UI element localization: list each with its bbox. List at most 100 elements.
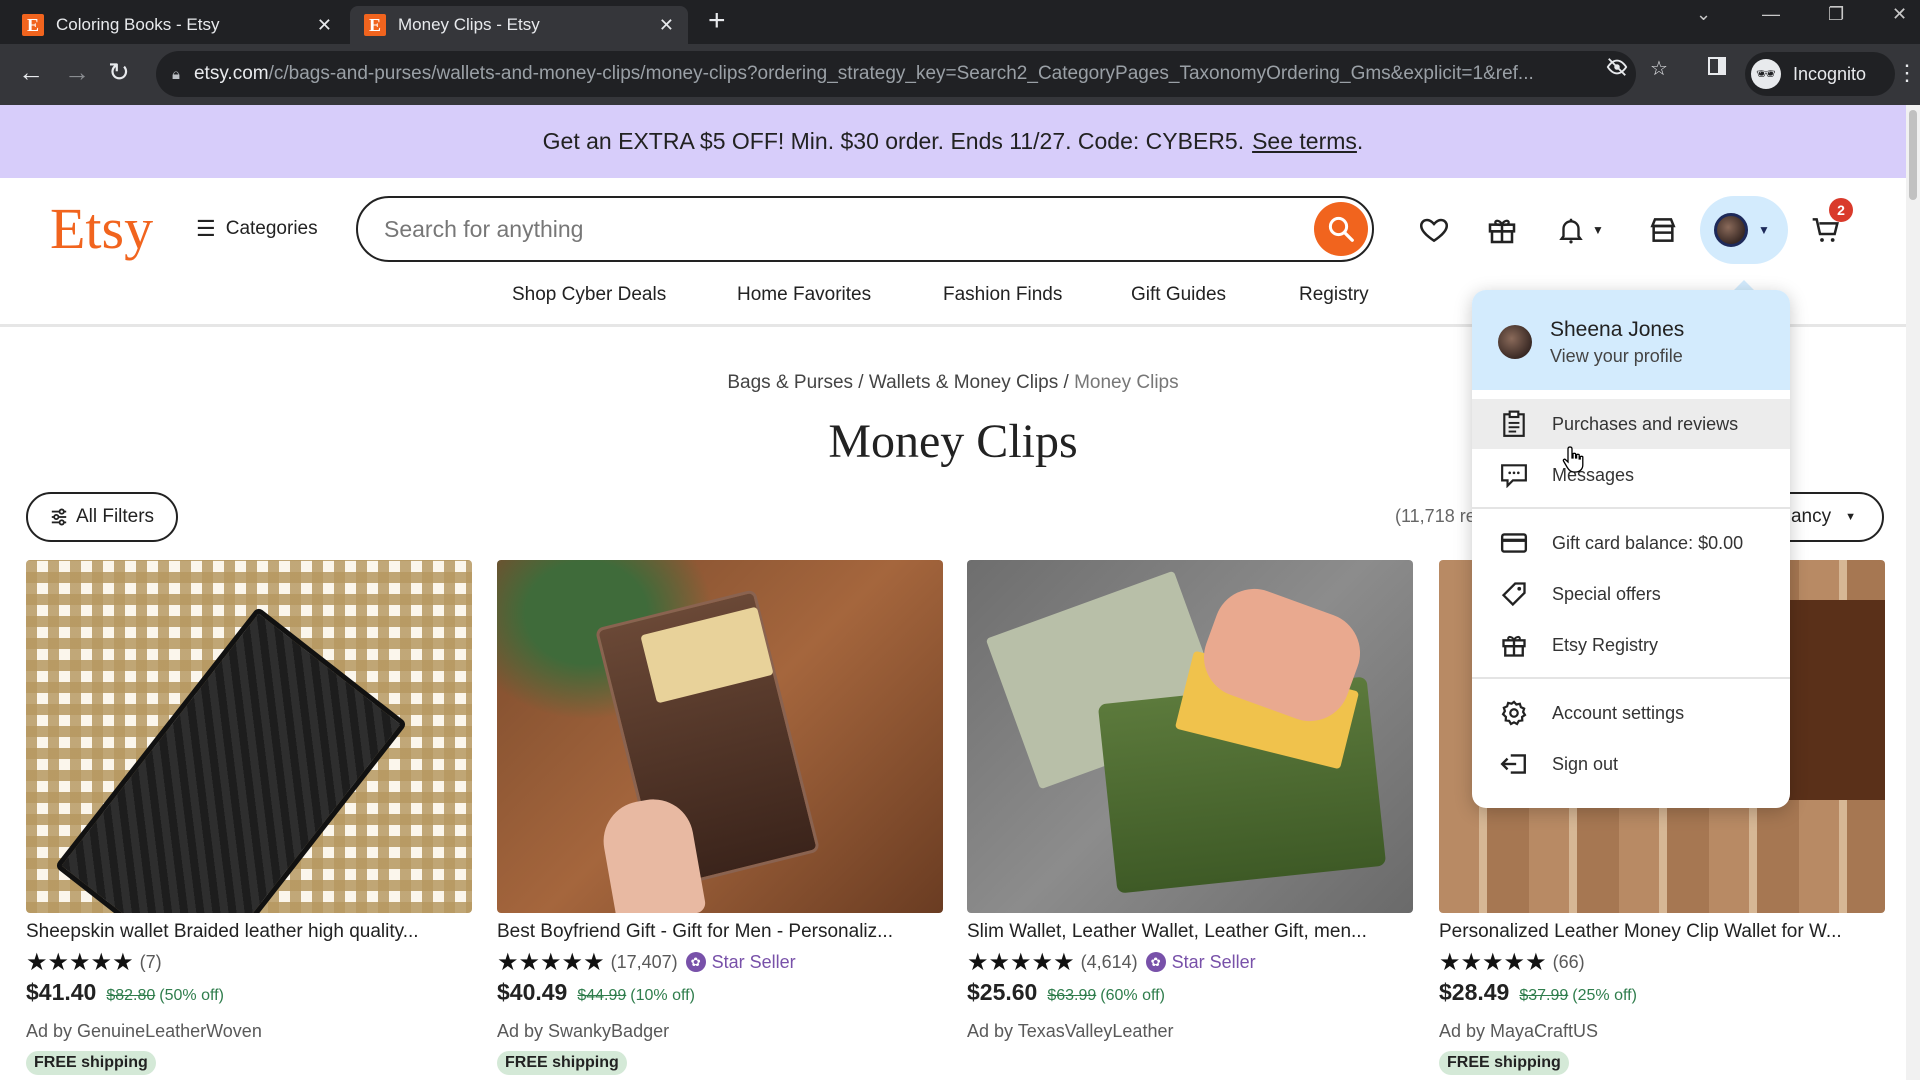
heart-icon	[1420, 218, 1448, 243]
nav-home-favorites[interactable]: Home Favorites	[737, 284, 871, 306]
close-tab-icon[interactable]: ✕	[317, 15, 332, 36]
search-button[interactable]	[1314, 202, 1368, 256]
search-input[interactable]	[384, 210, 1264, 248]
lock-icon: 🔒︎	[172, 65, 180, 83]
nav-fashion-finds[interactable]: Fashion Finds	[943, 284, 1062, 306]
menu-item-etsy-registry[interactable]: Etsy Registry	[1472, 620, 1790, 670]
promo-banner: Get an EXTRA $5 OFF! Min. $30 order. End…	[0, 105, 1906, 178]
see-terms-link[interactable]: See terms	[1252, 128, 1357, 155]
favorites-button[interactable]	[1414, 210, 1454, 250]
product-image[interactable]	[26, 560, 472, 913]
menu-item-sign-out[interactable]: Sign out	[1472, 739, 1790, 789]
sale-price: $28.49	[1439, 979, 1510, 1005]
product-image[interactable]	[497, 560, 943, 913]
minimize-icon[interactable]: —	[1762, 4, 1780, 25]
view-profile-link[interactable]: Sheena Jones View your profile	[1472, 290, 1790, 390]
product-card[interactable]: Best Boyfriend Gift - Gift for Men - Per…	[497, 560, 943, 1075]
caret-down-icon: ▼	[1592, 223, 1604, 237]
menu-item-purchases-reviews[interactable]: Purchases and reviews	[1472, 399, 1790, 449]
product-price-row: $41.40 $82.80 (50% off)	[26, 979, 472, 1015]
star-seller-badge: ✿ Star Seller	[1145, 951, 1256, 973]
nav-registry[interactable]: Registry	[1299, 284, 1369, 306]
close-window-icon[interactable]: ✕	[1892, 4, 1907, 25]
back-icon[interactable]: ←	[18, 57, 44, 87]
menu-item-special-offers[interactable]: Special offers	[1472, 569, 1790, 619]
search-bar	[356, 196, 1374, 262]
etsy-favicon-icon: E	[22, 14, 44, 36]
etsy-favicon-icon: E	[364, 14, 386, 36]
product-price-row: $40.49 $44.99 (10% off)	[497, 979, 943, 1015]
original-price: $63.99	[1047, 987, 1097, 1004]
tab-title: Coloring Books - Etsy	[56, 15, 220, 34]
bell-icon	[1559, 218, 1583, 244]
close-tab-icon[interactable]: ✕	[659, 15, 674, 36]
page-scrollbar[interactable]	[1906, 105, 1920, 1080]
star-seller-icon: ✿	[685, 952, 706, 972]
avatar	[1498, 325, 1532, 359]
original-price: $82.80	[106, 987, 156, 1004]
menu-hamburger-icon: ☰	[196, 216, 216, 241]
star-rating-icon: ★★★★★	[26, 948, 134, 976]
review-count: (4,614)	[1080, 951, 1138, 972]
nav-gift-guides[interactable]: Gift Guides	[1131, 284, 1226, 306]
forward-icon[interactable]: →	[64, 57, 90, 87]
menu-item-messages[interactable]: Messages	[1472, 450, 1790, 500]
browser-menu-icon[interactable]: ⋮	[1896, 58, 1918, 88]
message-icon	[1498, 462, 1530, 488]
tab-money-clips[interactable]: E Money Clips - Etsy ✕	[350, 6, 688, 44]
star-seller-badge: ✿ Star Seller	[685, 952, 796, 973]
product-title[interactable]: Personalized Leather Money Clip Wallet f…	[1439, 921, 1885, 947]
menu-divider	[1472, 507, 1790, 509]
product-rating: ★★★★★ (4,614) ✿ Star Seller	[967, 947, 1413, 977]
product-rating: ★★★★★ (7)	[26, 947, 472, 977]
menu-item-label: Etsy Registry	[1552, 634, 1659, 655]
scrollbar-thumb[interactable]	[1909, 110, 1917, 200]
nav-shop-cyber-deals[interactable]: Shop Cyber Deals	[512, 284, 666, 306]
tracking-eye-off-icon[interactable]	[1606, 56, 1628, 84]
incognito-profile-button[interactable]: 🕶︎ Incognito	[1745, 52, 1895, 96]
all-filters-button[interactable]: All Filters	[26, 492, 178, 542]
tab-title: Money Clips - Etsy	[398, 15, 540, 34]
restore-icon[interactable]: ❐	[1828, 4, 1844, 25]
address-bar[interactable]: 🔒︎ etsy.com/c/bags-and-purses/wallets-an…	[156, 51, 1636, 97]
menu-item-gift-card-balance[interactable]: Gift card balance: $0.00	[1472, 518, 1790, 568]
product-card[interactable]: Slim Wallet, Leather Wallet, Leather Gif…	[967, 560, 1413, 1047]
breadcrumb-wallets-money-clips[interactable]: Wallets & Money Clips	[869, 372, 1058, 393]
etsy-logo[interactable]: Etsy	[50, 196, 153, 262]
seller-ad-label: Ad by SwankyBadger	[497, 1021, 670, 1041]
promo-text: Get an EXTRA $5 OFF! Min. $30 order. End…	[542, 128, 1245, 154]
gift-icon	[1488, 219, 1516, 244]
discount: (10% off)	[630, 987, 695, 1004]
categories-button[interactable]: ☰ Categories	[196, 216, 318, 242]
star-seller-label: Star Seller	[1171, 951, 1256, 972]
product-image[interactable]	[967, 560, 1413, 913]
bookmark-star-icon[interactable]: ☆	[1650, 56, 1668, 81]
notifications-button[interactable]: ▼	[1550, 210, 1610, 250]
new-tab-icon[interactable]: +	[708, 6, 726, 36]
reload-icon[interactable]: ↻	[108, 57, 130, 87]
product-title[interactable]: Best Boyfriend Gift - Gift for Men - Per…	[497, 921, 943, 947]
breadcrumb-bags-purses[interactable]: Bags & Purses	[727, 372, 853, 393]
gift-mode-button[interactable]	[1482, 210, 1522, 250]
tab-coloring-books[interactable]: E Coloring Books - Etsy ✕	[8, 6, 346, 44]
star-rating-icon: ★★★★★	[1439, 948, 1547, 976]
product-title[interactable]: Sheepskin wallet Braided leather high qu…	[26, 921, 472, 947]
product-card[interactable]: Sheepskin wallet Braided leather high qu…	[26, 560, 472, 1075]
product-title[interactable]: Slim Wallet, Leather Wallet, Leather Gif…	[967, 921, 1413, 947]
menu-divider	[1472, 677, 1790, 679]
url-text[interactable]: etsy.com/c/bags-and-purses/wallets-and-m…	[194, 63, 1574, 85]
browser-tab-bar: E Coloring Books - Etsy ✕ E Money Clips …	[0, 0, 1920, 44]
browser-toolbar: ← → ↻ 🔒︎ etsy.com/c/bags-and-purses/wall…	[0, 44, 1920, 105]
seller-ad-label: Ad by GenuineLeatherWoven	[26, 1021, 262, 1041]
free-shipping-badge: FREE shipping	[1439, 1051, 1569, 1075]
account-button[interactable]: ▼	[1700, 196, 1788, 264]
discount: (60% off)	[1100, 987, 1165, 1004]
tab-search-chevron-icon[interactable]: ⌄	[1696, 4, 1711, 25]
clipboard-icon	[1498, 410, 1530, 438]
menu-item-account-settings[interactable]: Account settings	[1472, 688, 1790, 738]
shop-manager-button[interactable]	[1643, 210, 1683, 250]
filter-sliders-icon	[51, 508, 67, 526]
discount: (50% off)	[159, 987, 224, 1004]
seller-ad-label: Ad by MayaCraftUS	[1439, 1021, 1599, 1041]
side-panel-icon[interactable]	[1707, 56, 1727, 82]
